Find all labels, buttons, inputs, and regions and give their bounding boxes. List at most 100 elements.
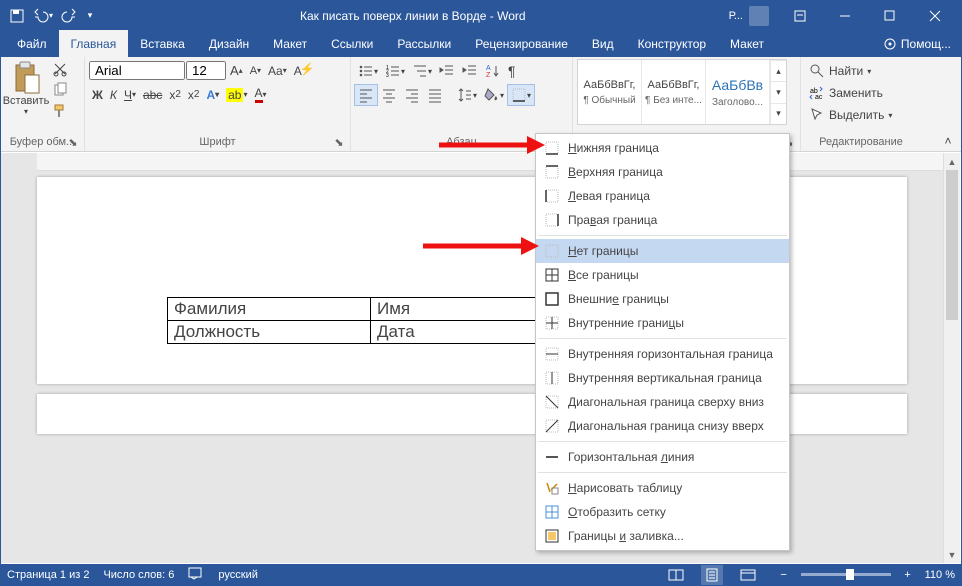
border-menu-item[interactable]: Левая граница — [536, 184, 789, 208]
tab-review[interactable]: Рецензирование — [463, 30, 580, 57]
border-menu-item[interactable]: Диагональная граница снизу вверх — [536, 414, 789, 438]
bold-button[interactable]: Ж — [89, 86, 106, 104]
page-indicator[interactable]: Страница 1 из 2 — [7, 569, 89, 581]
tab-view[interactable]: Вид — [580, 30, 626, 57]
select-button[interactable]: Выделить▾ — [805, 105, 896, 125]
tab-mailings[interactable]: Рассылки — [385, 30, 463, 57]
border-menu-item[interactable]: Внутренняя вертикальная граница — [536, 366, 789, 390]
italic-button[interactable]: К — [107, 86, 120, 104]
tab-home[interactable]: Главная — [59, 30, 129, 57]
zoom-level[interactable]: 110 % — [925, 569, 955, 581]
strike-button[interactable]: abc — [140, 86, 165, 104]
style-no-spacing[interactable]: АаБбВвГг,¶ Без инте... — [642, 60, 706, 124]
increase-indent-button[interactable] — [459, 61, 481, 81]
collapse-ribbon-button[interactable]: ˄ — [939, 133, 957, 149]
border-menu-item[interactable]: Правая граница — [536, 208, 789, 232]
replace-button[interactable]: abacЗаменить — [805, 83, 887, 103]
style-heading1[interactable]: АаБбВвЗаголово... — [706, 60, 770, 124]
border-menu-item[interactable]: Диагональная граница сверху вниз — [536, 390, 789, 414]
ribbon-options-button[interactable] — [777, 1, 822, 30]
scroll-down-button[interactable]: ▼ — [944, 546, 960, 563]
zoom-in-button[interactable]: + — [897, 565, 919, 585]
vertical-scrollbar[interactable]: ▲ ▼ — [943, 153, 960, 563]
clipboard-dialog-launcher[interactable]: ⬊ — [66, 136, 80, 150]
shading-button[interactable]: ▾ — [481, 85, 507, 105]
customize-qat-button[interactable]: ▾ — [83, 4, 97, 28]
zoom-out-button[interactable]: − — [773, 565, 795, 585]
border-menu-item[interactable]: Отобразить сетку — [536, 500, 789, 524]
user-account[interactable]: Р... — [729, 6, 769, 26]
show-marks-button[interactable]: ¶ — [505, 61, 519, 81]
scroll-track[interactable] — [944, 170, 960, 546]
tell-me[interactable]: Помощ... — [873, 30, 961, 57]
tab-table-layout[interactable]: Макет — [718, 30, 776, 57]
tab-insert[interactable]: Вставка — [128, 30, 197, 57]
decrease-indent-button[interactable] — [436, 61, 458, 81]
multilevel-button[interactable]: ▾ — [409, 61, 435, 81]
shrink-font-button[interactable]: A▾ — [247, 63, 264, 79]
language-indicator[interactable]: русский — [218, 569, 257, 581]
highlight-button[interactable]: ab▾ — [223, 86, 250, 104]
cut-button[interactable] — [49, 59, 71, 79]
close-button[interactable] — [912, 1, 957, 30]
border-menu-item[interactable]: Нижняя граница — [536, 136, 789, 160]
align-right-button[interactable] — [401, 85, 423, 105]
border-menu-item[interactable]: Границы и заливка... — [536, 524, 789, 548]
subscript-button[interactable]: x2 — [166, 86, 184, 104]
read-mode-button[interactable] — [665, 565, 687, 585]
print-layout-button[interactable] — [701, 565, 723, 585]
text-effects-button[interactable]: A▾ — [203, 86, 222, 104]
style-gallery-more[interactable]: ▴▾▾ — [770, 60, 786, 124]
superscript-button[interactable]: x2 — [185, 86, 203, 104]
style-gallery[interactable]: АаБбВвГг,¶ Обычный АаБбВвГг,¶ Без инте..… — [577, 59, 787, 125]
border-menu-item[interactable]: Верхняя граница — [536, 160, 789, 184]
tab-design[interactable]: Дизайн — [197, 30, 261, 57]
table-cell[interactable]: Должность — [168, 321, 371, 344]
font-size-input[interactable] — [186, 61, 226, 80]
align-center-button[interactable] — [378, 85, 400, 105]
border-menu-item[interactable]: Нет границы — [536, 239, 789, 263]
minimize-button[interactable] — [822, 1, 867, 30]
copy-button[interactable] — [49, 80, 71, 100]
undo-button[interactable]: ▾ — [31, 4, 55, 28]
save-button[interactable] — [5, 4, 29, 28]
spellcheck-icon[interactable] — [188, 566, 204, 583]
grow-font-button[interactable]: A▴ — [227, 61, 246, 80]
border-menu-item[interactable]: Нарисовать таблицу — [536, 476, 789, 500]
clear-format-button[interactable]: A⚡ — [291, 62, 305, 80]
word-count[interactable]: Число слов: 6 — [103, 569, 174, 581]
bullets-button[interactable]: ▾ — [355, 61, 381, 81]
tab-references[interactable]: Ссылки — [319, 30, 385, 57]
web-layout-button[interactable] — [737, 565, 759, 585]
numbering-button[interactable]: 123▾ — [382, 61, 408, 81]
style-normal[interactable]: АаБбВвГг,¶ Обычный — [578, 60, 642, 124]
change-case-button[interactable]: Aa▾ — [265, 62, 290, 80]
table-cell[interactable]: Фамилия — [168, 298, 371, 321]
border-menu-item[interactable]: Внутренние границы — [536, 311, 789, 335]
scroll-up-button[interactable]: ▲ — [944, 153, 960, 170]
tab-table-design[interactable]: Конструктор — [626, 30, 718, 57]
justify-button[interactable] — [424, 85, 446, 105]
tab-layout[interactable]: Макет — [261, 30, 319, 57]
find-button[interactable]: Найти▾ — [805, 61, 875, 81]
font-color-button[interactable]: A▾ — [252, 84, 270, 105]
border-menu-item[interactable]: Горизонтальная линия — [536, 445, 789, 469]
tab-file[interactable]: Файл — [5, 30, 59, 57]
border-menu-item[interactable]: Все границы — [536, 263, 789, 287]
line-spacing-button[interactable]: ▾ — [454, 85, 480, 105]
redo-button[interactable] — [57, 4, 81, 28]
format-painter-button[interactable] — [49, 101, 71, 121]
scroll-thumb[interactable] — [946, 170, 958, 320]
font-dialog-launcher[interactable]: ⬊ — [332, 136, 346, 150]
align-left-button[interactable] — [355, 85, 377, 105]
underline-button[interactable]: Ч▾ — [121, 86, 139, 104]
svg-text:Z: Z — [486, 72, 491, 79]
sort-button[interactable]: AZ — [482, 61, 504, 81]
border-menu-item[interactable]: Внешние границы — [536, 287, 789, 311]
font-name-input[interactable] — [89, 61, 185, 80]
zoom-slider[interactable] — [801, 573, 891, 576]
paste-button[interactable]: Вставить ▾ — [5, 59, 47, 125]
maximize-button[interactable] — [867, 1, 912, 30]
borders-button[interactable]: ▾ — [508, 85, 534, 105]
border-menu-item[interactable]: Внутренняя горизонтальная граница — [536, 342, 789, 366]
